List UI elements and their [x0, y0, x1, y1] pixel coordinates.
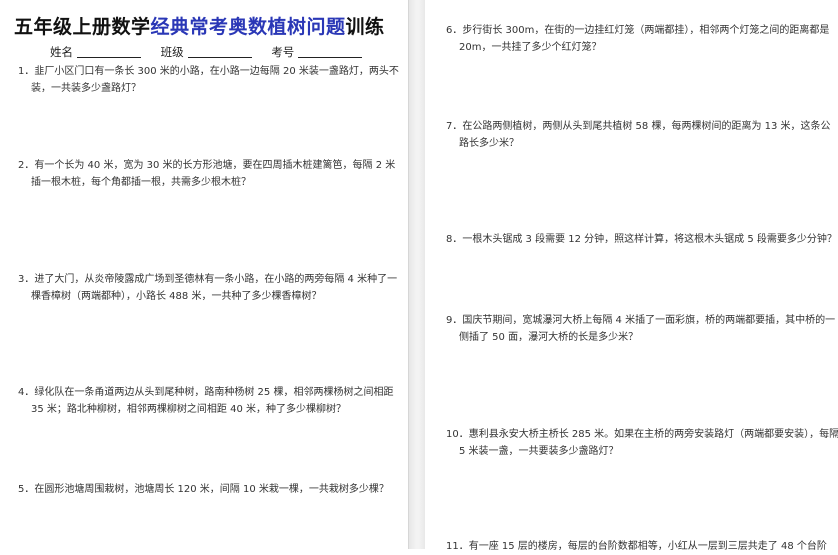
document-viewer: 五年级上册数学经典常考奥数植树问题训练 姓名 班级 考号 1．韭厂小区门口有一条…	[0, 0, 838, 552]
title-prefix: 五年级上册数学	[14, 16, 151, 38]
question-9: 9．国庆节期间，宽城瀑河大桥上每隔 4 米插了一面彩旗，桥的两端都要插，其中桥的…	[446, 315, 836, 343]
title-suffix: 训练	[345, 16, 385, 38]
class-label: 班级	[160, 45, 184, 59]
title-highlight: 经典常考奥数植树问题	[150, 16, 346, 38]
page-title: 五年级上册数学经典常考奥数植树问题训练	[14, 12, 385, 39]
question-8: 8．一根木头锯成 3 段需要 12 分钟，照这样计算，将这根木头锯成 5 段需要…	[446, 234, 837, 245]
question-1: 1．韭厂小区门口有一条长 300 米的小路，在小路一边每隔 20 米装一盏路灯，…	[18, 66, 399, 94]
question-2: 2．有一个长为 40 米，宽为 30 米的长方形池塘，要在四周插木桩建篱笆，每隔…	[18, 160, 396, 188]
question-4: 4．绿化队在一条甬道两边从头到尾种树，路南种杨树 25 棵，相邻两棵杨树之间相距…	[18, 387, 394, 415]
question-6: 6．步行街长 300m，在街的一边挂红灯笼（两端都挂），相邻两个灯笼之间的距离都…	[446, 25, 830, 53]
question-10: 10．惠利县永安大桥主桥长 285 米。如果在主桥的两旁安装路灯（两端都要安装）…	[446, 429, 838, 457]
name-field: 姓名	[50, 44, 141, 60]
id-label: 考号	[271, 45, 295, 59]
id-blank	[298, 46, 363, 58]
question-7: 7．在公路两侧植树，两侧从头到尾共植树 58 棵，每两棵树间的距离为 13 米，…	[446, 121, 831, 149]
question-5: 5．在圆形池塘周围栽树，池塘周长 120 米，间隔 10 米栽一棵，一共栽树多少…	[18, 484, 389, 495]
question-3: 3．进了大门，从炎帝陵露成广场到圣德林有一条小路，在小路的两旁每隔 4 米种了一…	[18, 274, 398, 302]
class-blank	[187, 46, 252, 58]
id-field: 考号	[271, 44, 363, 60]
page-right: 6．步行街长 300m，在街的一边挂红灯笼（两端都挂），相邻两个灯笼之间的距离都…	[425, 0, 838, 552]
student-info-line: 姓名 班级 考号	[50, 44, 378, 60]
question-11: 11．有一座 15 层的楼房，每层的台阶数都相等，小红从一层到三层共走了 48 …	[446, 541, 827, 552]
class-field: 班级	[161, 44, 252, 60]
page-left: 五年级上册数学经典常考奥数植树问题训练 姓名 班级 考号 1．韭厂小区门口有一条…	[0, 0, 408, 549]
name-blank	[77, 46, 141, 58]
name-label: 姓名	[50, 45, 73, 59]
